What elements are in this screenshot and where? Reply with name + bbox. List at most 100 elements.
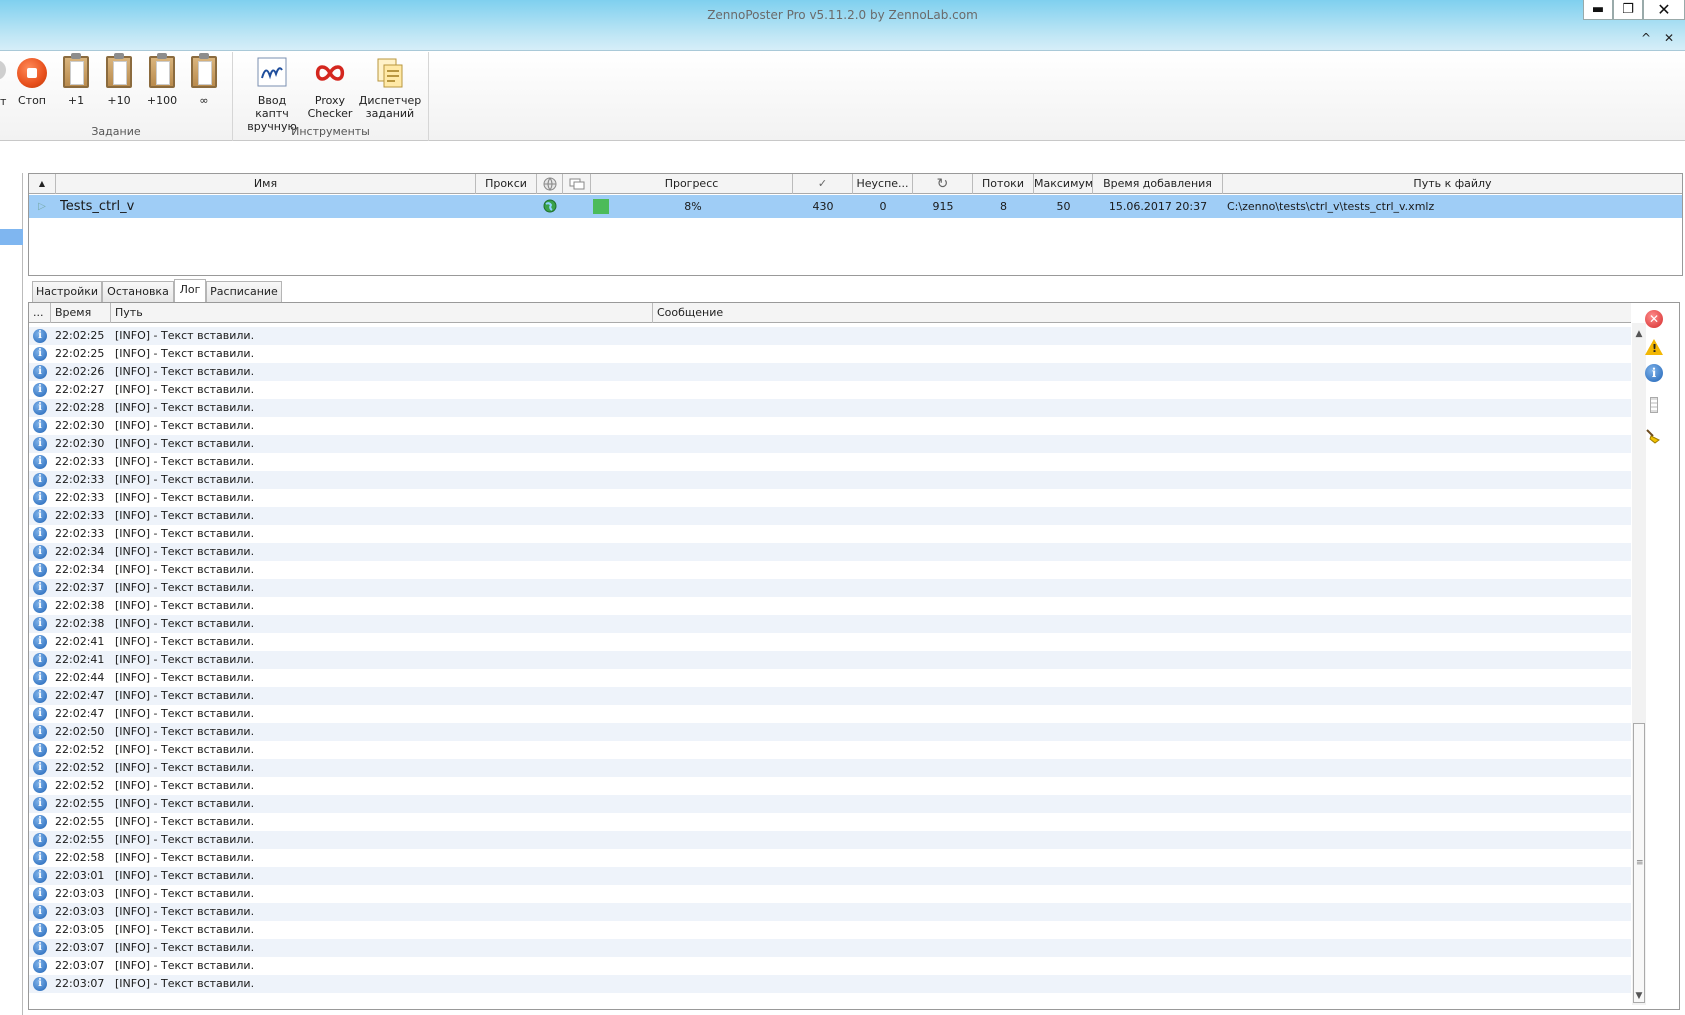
proxy-checker-label: Proxy Checker	[307, 94, 353, 120]
left-pane-selection[interactable]	[0, 229, 23, 245]
restore-button[interactable]: ❐	[1613, 0, 1643, 20]
log-row[interactable]: i 22:02:55 [INFO] - Текст вставили.	[29, 795, 1631, 813]
log-row[interactable]: i 22:03:01 [INFO] - Текст вставили.	[29, 867, 1631, 885]
log-row[interactable]: i 22:02:38 [INFO] - Текст вставили.	[29, 615, 1631, 633]
log-row[interactable]: i 22:02:33 [INFO] - Текст вставили.	[29, 525, 1631, 543]
log-row[interactable]: i 22:02:33 [INFO] - Текст вставили.	[29, 471, 1631, 489]
col-globe[interactable]	[537, 174, 563, 194]
task-manager-label: Диспетчер заданий	[358, 94, 422, 120]
log-row[interactable]: i 22:02:55 [INFO] - Текст вставили.	[29, 831, 1631, 849]
minimize-button[interactable]: ▬	[1583, 0, 1613, 20]
log-row[interactable]: i 22:02:34 [INFO] - Текст вставили.	[29, 543, 1631, 561]
info-icon: i	[33, 599, 47, 613]
log-col-path[interactable]: Путь	[111, 303, 653, 323]
log-scrollbar[interactable]: ▲ ≡ ▼	[1632, 323, 1646, 1005]
col-progress[interactable]: Прогресс	[591, 174, 793, 194]
log-message: [INFO] - Текст вставили.	[115, 779, 255, 792]
log-row[interactable]: i 22:02:47 [INFO] - Текст вставили.	[29, 705, 1631, 723]
scroll-up-icon[interactable]: ▲	[1632, 327, 1646, 341]
col-proxy[interactable]: Прокси	[476, 174, 537, 194]
log-row[interactable]: i 22:02:25 [INFO] - Текст вставили.	[29, 345, 1631, 363]
log-time: 22:02:38	[55, 599, 105, 612]
log-row[interactable]: i 22:02:44 [INFO] - Текст вставили.	[29, 669, 1631, 687]
log-row[interactable]: i 22:02:52 [INFO] - Текст вставили.	[29, 741, 1631, 759]
log-row[interactable]: i 22:03:03 [INFO] - Текст вставили.	[29, 903, 1631, 921]
proxy-checker-button[interactable]: Proxy Checker	[306, 56, 354, 120]
col-failed[interactable]: Неуспе...	[853, 174, 913, 194]
debug-filter-icon[interactable]	[1650, 397, 1658, 413]
start-icon[interactable]	[0, 60, 6, 80]
scroll-down-icon[interactable]: ▼	[1632, 989, 1646, 1003]
log-col-message[interactable]: Сообщение	[653, 303, 1631, 323]
log-row[interactable]: i 22:02:33 [INFO] - Текст вставили.	[29, 489, 1631, 507]
tools-group-label: Инструменты	[291, 125, 370, 138]
info-filter-icon[interactable]: i	[1645, 364, 1663, 382]
captcha-input-button[interactable]: Ввод каптч вручную	[241, 56, 303, 133]
log-row[interactable]: i 22:02:33 [INFO] - Текст вставили.	[29, 453, 1631, 471]
add-10-button[interactable]: +10	[103, 53, 135, 107]
col-maximum[interactable]: Максимум	[1034, 174, 1093, 194]
clear-log-icon[interactable]	[1645, 428, 1661, 444]
log-col-dots[interactable]: ...	[29, 303, 51, 323]
sort-arrow-icon[interactable]: ▲	[29, 174, 56, 194]
add-10-label: +10	[107, 94, 131, 107]
log-row[interactable]: i 22:02:30 [INFO] - Текст вставили.	[29, 435, 1631, 453]
log-row[interactable]: i 22:03:05 [INFO] - Текст вставили.	[29, 921, 1631, 939]
log-row[interactable]: i 22:02:26 [INFO] - Текст вставили.	[29, 363, 1631, 381]
log-row[interactable]: i 22:02:30 [INFO] - Текст вставили.	[29, 417, 1631, 435]
scroll-thumb[interactable]: ≡	[1633, 723, 1645, 1003]
log-row[interactable]: i 22:02:52 [INFO] - Текст вставили.	[29, 777, 1631, 795]
log-row[interactable]: i 22:03:07 [INFO] - Текст вставили.	[29, 939, 1631, 957]
log-row[interactable]: i 22:02:38 [INFO] - Текст вставили.	[29, 597, 1631, 615]
task-name: Tests_ctrl_v	[60, 199, 135, 214]
task-row[interactable]: ▷ Tests_ctrl_v 8% 430 0 915 8 50 15.06.2…	[29, 195, 1682, 218]
expand-arrow-icon[interactable]: ▷	[35, 195, 49, 218]
add-infinite-button[interactable]: ∞	[188, 53, 220, 107]
info-icon: i	[33, 959, 47, 973]
tab-stop[interactable]: Остановка	[102, 281, 174, 302]
col-path[interactable]: Путь к файлу	[1223, 174, 1682, 194]
log-row[interactable]: i 22:02:33 [INFO] - Текст вставили.	[29, 507, 1631, 525]
tab-schedule[interactable]: Расписание	[206, 281, 282, 302]
log-time: 22:02:41	[55, 635, 105, 648]
log-row[interactable]: i 22:02:28 [INFO] - Текст вставили.	[29, 399, 1631, 417]
log-row[interactable]: i 22:03:03 [INFO] - Текст вставили.	[29, 885, 1631, 903]
info-icon: i	[33, 833, 47, 847]
log-row[interactable]: i 22:03:07 [INFO] - Текст вставили.	[29, 957, 1631, 975]
col-name[interactable]: Имя	[56, 174, 476, 194]
log-row[interactable]: i 22:02:27 [INFO] - Текст вставили.	[29, 381, 1631, 399]
log-time: 22:02:50	[55, 725, 105, 738]
close-button[interactable]: ✕	[1643, 0, 1685, 20]
log-col-time[interactable]: Время	[51, 303, 111, 323]
tab-log[interactable]: Лог	[174, 279, 206, 302]
error-filter-icon[interactable]: ✕	[1645, 310, 1663, 328]
stop-icon	[17, 58, 47, 88]
log-row[interactable]: i 22:02:52 [INFO] - Текст вставили.	[29, 759, 1631, 777]
mdi-close-button[interactable]: ✕	[1664, 31, 1674, 45]
stop-button[interactable]: Стоп	[14, 56, 50, 107]
col-repeats[interactable]: ↻	[913, 174, 973, 194]
tab-settings[interactable]: Настройки	[32, 281, 102, 302]
log-row[interactable]: i 22:02:50 [INFO] - Текст вставили.	[29, 723, 1631, 741]
col-added[interactable]: Время добавления	[1093, 174, 1223, 194]
log-row[interactable]: i 22:02:25 [INFO] - Текст вставили.	[29, 327, 1631, 345]
add-100-button[interactable]: +100	[144, 53, 180, 107]
log-row[interactable]: i 22:02:37 [INFO] - Текст вставили.	[29, 579, 1631, 597]
col-threads[interactable]: Потоки	[973, 174, 1034, 194]
log-row[interactable]: i 22:02:34 [INFO] - Текст вставили.	[29, 561, 1631, 579]
add-infinite-label: ∞	[199, 94, 209, 107]
task-manager-button[interactable]: Диспетчер заданий	[358, 56, 422, 120]
log-row[interactable]: i 22:02:41 [INFO] - Текст вставили.	[29, 633, 1631, 651]
log-row[interactable]: i 22:02:41 [INFO] - Текст вставили.	[29, 651, 1631, 669]
info-icon: i	[33, 941, 47, 955]
col-success[interactable]: ✓	[793, 174, 853, 194]
collapse-ribbon-button[interactable]: ^	[1641, 31, 1651, 45]
log-row[interactable]: i 22:02:58 [INFO] - Текст вставили.	[29, 849, 1631, 867]
add-1-button[interactable]: +1	[60, 53, 92, 107]
col-windows[interactable]	[563, 174, 591, 194]
warning-filter-icon[interactable]: !	[1645, 339, 1663, 355]
log-row[interactable]: i 22:03:07 [INFO] - Текст вставили.	[29, 975, 1631, 993]
log-row[interactable]: i 22:02:55 [INFO] - Текст вставили.	[29, 813, 1631, 831]
title-bar: ZennoPoster Pro v5.11.2.0 by ZennoLab.co…	[0, 0, 1685, 51]
log-row[interactable]: i 22:02:47 [INFO] - Текст вставили.	[29, 687, 1631, 705]
